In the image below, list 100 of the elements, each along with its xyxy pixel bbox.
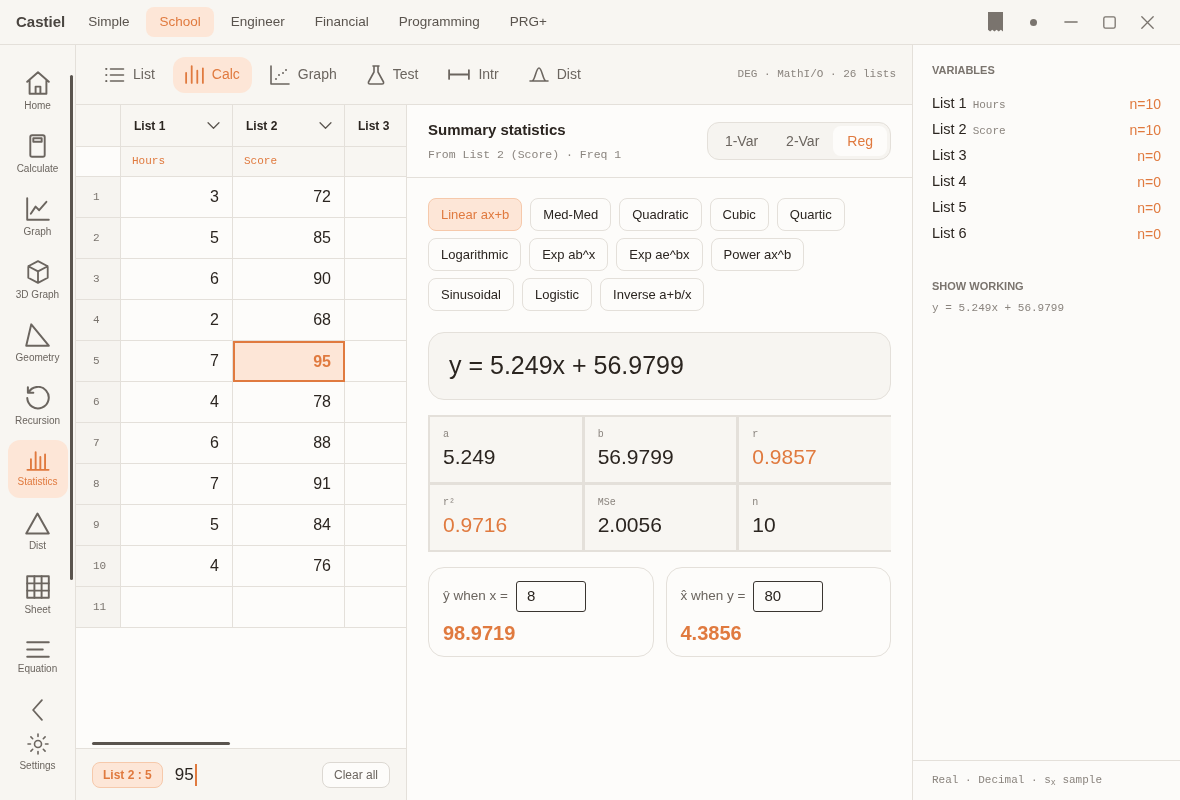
status-bar-text: Real · Decimal · s$_{x}$ sample — [932, 773, 1102, 789]
table-cell[interactable]: 6 — [121, 423, 233, 464]
stat-value: 0.9716 — [443, 512, 508, 538]
section-title: VARIABLES — [932, 64, 996, 77]
item-count: n=10 — [1129, 94, 1161, 114]
model-chip[interactable]: Inverse a+b/x — [600, 278, 705, 311]
chevron-down-icon[interactable] — [319, 122, 332, 129]
prediction-result: 4.3856 — [680, 621, 742, 646]
table-cell[interactable]: 85 — [233, 218, 345, 259]
model-chip[interactable]: Sinusoidal — [428, 278, 514, 311]
stat-label: b — [597, 429, 604, 441]
table-cell[interactable]: 91 — [233, 464, 345, 505]
mode-option[interactable]: 1-Var — [710, 126, 773, 156]
scrollbar-thumb[interactable] — [92, 742, 230, 745]
table-cell[interactable]: 4 — [121, 382, 233, 423]
sidebar-item[interactable]: Graph — [7, 188, 68, 246]
toolbar-tab[interactable]: Graph — [257, 56, 349, 93]
panel-subtitle: From List 2 (Score) · Freq 1 — [428, 147, 622, 164]
mode-tab[interactable]: Engineer — [217, 7, 298, 37]
model-chip[interactable]: Exp ab^x — [529, 238, 609, 271]
variable-name: List 2 — [932, 120, 967, 140]
dot-icon[interactable] — [1029, 18, 1037, 26]
sidebar-item[interactable]: Sheet — [7, 566, 68, 624]
model-chip[interactable]: Logarithmic — [428, 238, 522, 271]
table-cell[interactable]: 7 — [121, 341, 233, 382]
row-number: 1 — [93, 189, 100, 205]
row-number: 8 — [93, 476, 100, 492]
close-icon[interactable] — [1140, 15, 1154, 29]
table-cell[interactable] — [121, 587, 233, 628]
chevron-down-icon[interactable] — [207, 122, 220, 129]
table-cell[interactable] — [233, 587, 345, 628]
mode-tab[interactable]: Financial — [301, 7, 382, 37]
table-cell[interactable]: 76 — [233, 546, 345, 587]
model-chip[interactable]: Cubic — [709, 198, 769, 231]
input-field[interactable]: 8 — [515, 581, 586, 612]
maximize-icon[interactable] — [1102, 15, 1116, 29]
table-cell[interactable]: 68 — [233, 300, 345, 341]
model-chip[interactable]: Quadratic — [619, 198, 702, 231]
table-cell[interactable]: 90 — [233, 259, 345, 300]
mode-tab[interactable]: PRG+ — [496, 7, 560, 37]
model-chip[interactable]: Quartic — [776, 198, 845, 231]
table-cell[interactable]: 72 — [233, 177, 345, 218]
list-name: Score — [972, 124, 1006, 140]
table-cell[interactable]: 7 — [121, 464, 233, 505]
line-chart-icon — [25, 196, 50, 221]
row-number: 4 — [93, 312, 100, 328]
model-chip[interactable]: Power ax^b — [710, 238, 805, 271]
input-field[interactable]: 80 — [753, 581, 824, 612]
sidebar-item[interactable]: Recursion — [7, 377, 68, 435]
stat-value: 56.9799 — [597, 444, 674, 470]
prediction-result: 98.9719 — [443, 621, 516, 646]
model-chip[interactable]: Exp ae^bx — [616, 238, 703, 271]
bar-chart-icon — [184, 65, 204, 84]
mode-tab[interactable]: Programming — [385, 7, 493, 37]
minimize-icon[interactable] — [1064, 21, 1078, 23]
triangle-icon — [25, 322, 50, 347]
model-chip[interactable]: Logistic — [522, 278, 593, 311]
item-count: n=0 — [1137, 146, 1161, 166]
table-cell[interactable]: 5 — [121, 505, 233, 546]
sidebar-item[interactable]: 3D Graph — [7, 251, 68, 309]
stat-value: 2.0056 — [597, 512, 662, 538]
table-cell[interactable]: 3 — [121, 177, 233, 218]
section-title: SHOW WORKING — [932, 280, 1025, 293]
stat-label: r² — [443, 497, 455, 509]
entry-field[interactable]: 95 — [174, 763, 197, 786]
sidebar-item[interactable]: Dist — [7, 503, 68, 561]
stat-label: MSe — [597, 497, 616, 509]
scrollbar-thumb[interactable] — [70, 75, 73, 580]
mode-status: DEG · MathI/O · 26 lists — [737, 67, 896, 83]
toolbar-tab[interactable]: Test — [354, 56, 431, 93]
cell-reference-chip: List 2 : 5 — [92, 761, 163, 788]
table-cell[interactable]: 4 — [121, 546, 233, 587]
sidebar-item[interactable]: Geometry — [7, 314, 68, 372]
item-count: n=0 — [1137, 172, 1161, 192]
flask-icon — [366, 64, 385, 85]
sidebar-item[interactable]: Calculate — [7, 125, 68, 183]
equation-display: y = 5.249x + 56.9799 — [428, 332, 891, 400]
model-chip[interactable]: Med-Med — [530, 198, 612, 231]
settings-button[interactable]: Settings — [7, 727, 68, 777]
interval-icon — [448, 69, 471, 80]
sidebar-item[interactable]: Home — [7, 62, 68, 120]
prediction-label: ŷ when x = — [443, 587, 508, 606]
chevron-left-icon[interactable] — [32, 699, 43, 721]
table-cell[interactable]: 84 — [233, 505, 345, 546]
table-cell[interactable]: 2 — [121, 300, 233, 341]
table-cell[interactable]: 6 — [121, 259, 233, 300]
variable-name: List 4 — [932, 172, 967, 192]
variable-name: List 6 — [932, 224, 967, 244]
mode-tab[interactable]: Simple — [75, 7, 143, 37]
mode-option[interactable]: 2-Var — [772, 126, 834, 156]
toolbar-tab[interactable]: List — [93, 56, 167, 93]
table-cell[interactable]: 78 — [233, 382, 345, 423]
table-cell[interactable]: 88 — [233, 423, 345, 464]
toolbar-tab[interactable]: Intr — [436, 56, 511, 93]
toolbar-tab[interactable]: Dist — [516, 56, 593, 93]
variable-name: List 1 — [932, 94, 967, 114]
clear-all-button[interactable]: Clear all — [322, 761, 390, 788]
table-cell[interactable]: 5 — [121, 218, 233, 259]
receipt-icon[interactable] — [987, 12, 1003, 32]
sidebar-item[interactable]: Equation — [7, 629, 68, 687]
